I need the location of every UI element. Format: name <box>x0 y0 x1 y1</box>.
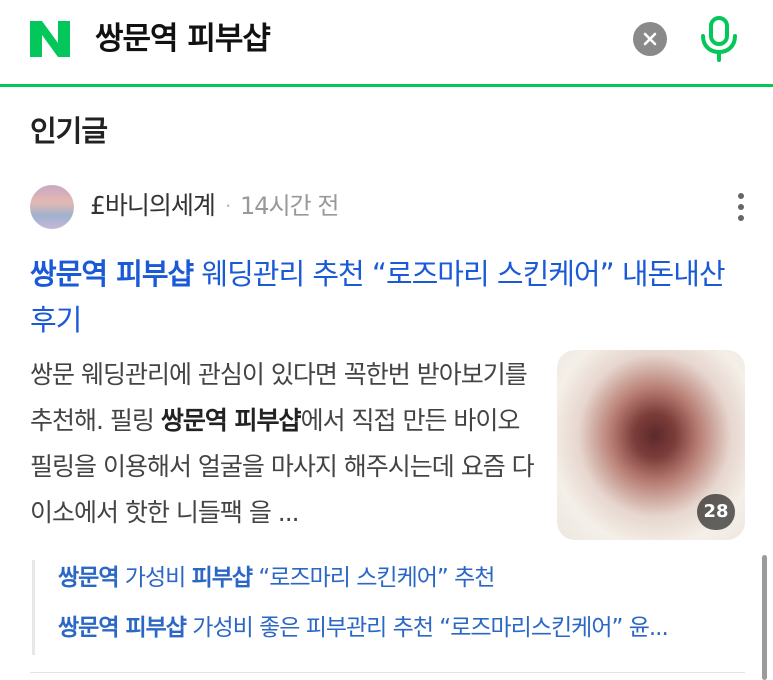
related-text: “로즈마리 스킨케어” 추천 <box>252 565 495 591</box>
mic-icon[interactable] <box>697 14 741 62</box>
clear-search-button[interactable] <box>633 22 667 56</box>
post-excerpt[interactable]: 쌍문 웨딩관리에 관심이 있다면 꼭한번 받아보기를 추천해. 필링 쌍문역 피… <box>30 352 535 536</box>
close-icon <box>643 32 657 46</box>
more-options-icon[interactable] <box>730 192 752 222</box>
naver-logo-icon[interactable] <box>28 19 72 59</box>
scrollbar[interactable] <box>762 555 767 680</box>
related-text: 가성비 좋은 피부관리 추천 “로즈마리스킨케어” 윤... <box>185 615 669 641</box>
related-post-link[interactable]: 쌍문역 가성비 피부샵 “로즈마리 스킨케어” 추천 <box>58 561 495 595</box>
post-thumbnail[interactable]: 28 <box>557 350 745 540</box>
meta-separator: · <box>225 194 232 218</box>
related-post-link[interactable]: 쌍문역 피부샵 가성비 좋은 피부관리 추천 “로즈마리스킨케어” 윤... <box>58 611 669 645</box>
section-title: 인기글 <box>30 114 108 148</box>
related-highlight: 피부샵 <box>191 565 253 591</box>
author-name[interactable]: £바니의세계 <box>90 189 216 223</box>
divider <box>30 672 745 673</box>
avatar[interactable] <box>30 185 74 229</box>
image-count-badge: 28 <box>697 494 735 530</box>
related-posts: 쌍문역 가성비 피부샵 “로즈마리 스킨케어” 추천 쌍문역 피부샵 가성비 좋… <box>32 560 748 655</box>
related-highlight: 쌍문역 <box>58 565 119 591</box>
related-text: 가성비 <box>118 565 192 591</box>
post-title-link[interactable]: 쌍문역 피부샵 웨딩관리 추천 “로즈마리 스킨케어” 내돈내산 후기 <box>30 251 745 343</box>
search-query[interactable]: 쌍문역 피부샵 <box>95 19 271 59</box>
title-highlight: 쌍문역 피부샵 <box>30 257 194 291</box>
post-time: 14시간 전 <box>240 192 339 220</box>
related-highlight: 쌍문역 피부샵 <box>58 615 187 641</box>
excerpt-highlight: 쌍문역 피부샵 <box>160 406 302 435</box>
search-bar: 쌍문역 피부샵 <box>0 0 773 87</box>
